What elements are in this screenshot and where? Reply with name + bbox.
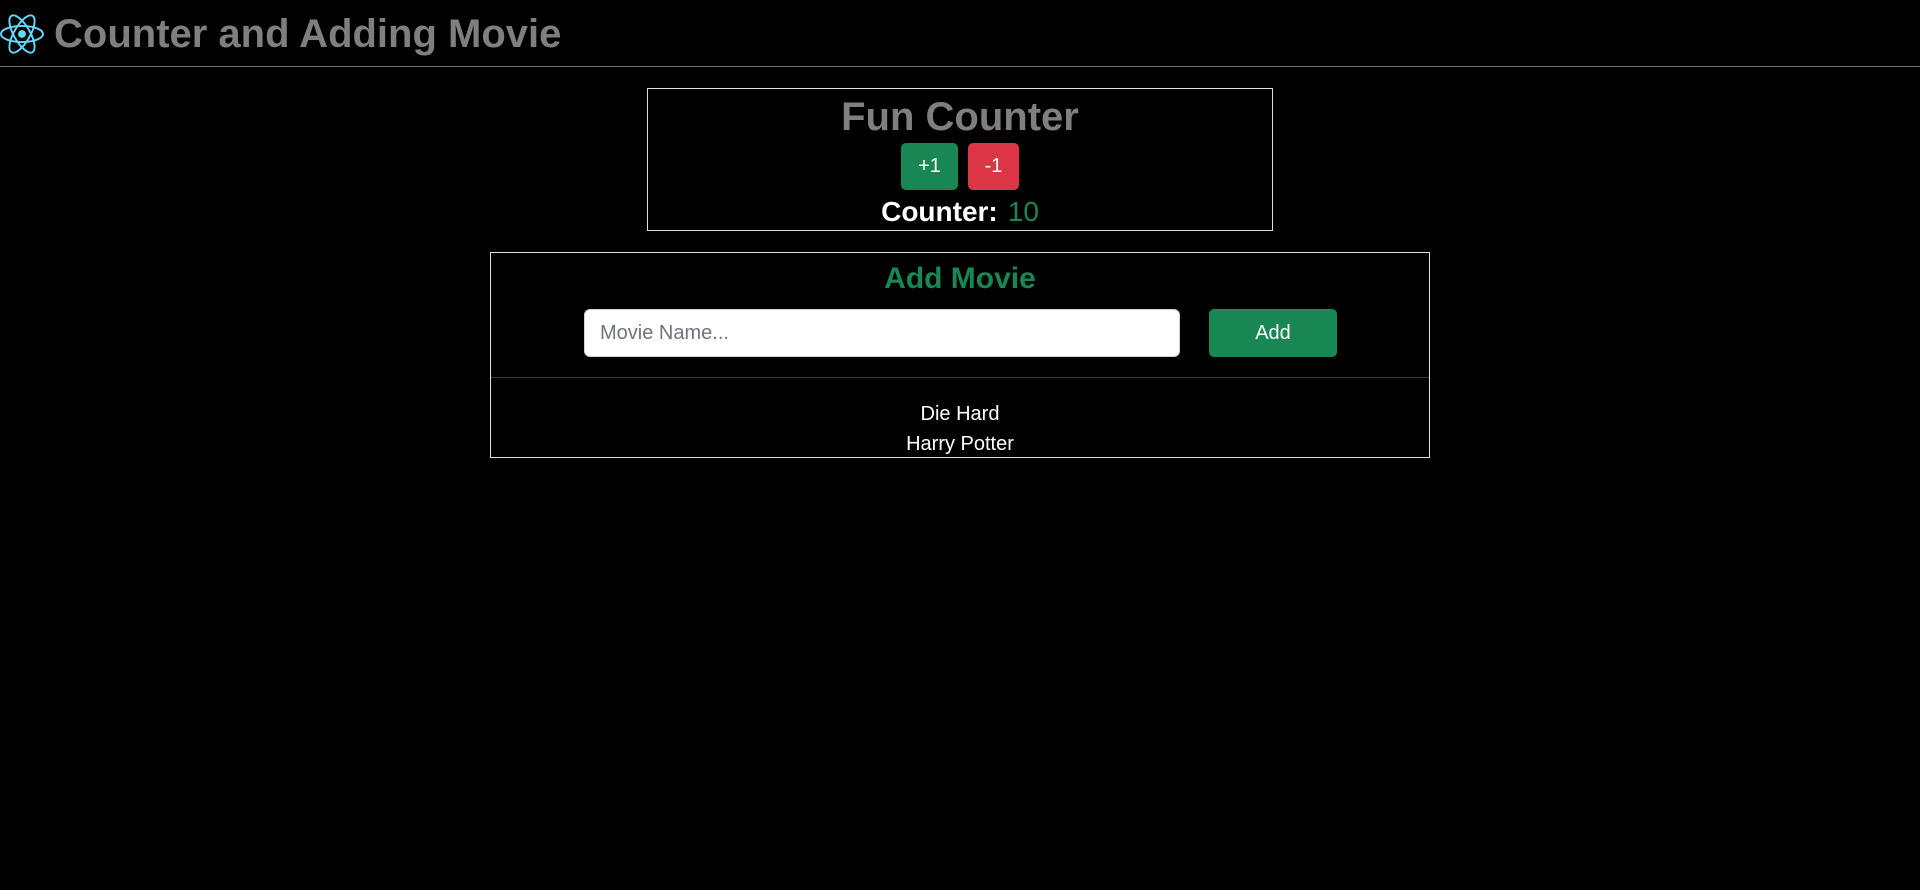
counter-display: Counter: 10 bbox=[648, 195, 1272, 229]
counter-label: Counter: bbox=[881, 196, 998, 227]
fun-counter-card: Fun Counter +1 -1 Counter: 10 bbox=[647, 88, 1273, 231]
movie-list: Die Hard Harry Potter bbox=[491, 399, 1429, 459]
increment-button[interactable]: +1 bbox=[901, 143, 958, 190]
add-movie-button[interactable]: Add bbox=[1209, 309, 1337, 357]
counter-title: Fun Counter bbox=[841, 95, 1079, 139]
decrement-button[interactable]: -1 bbox=[968, 143, 1019, 190]
add-movie-card: Add Movie Add Die Hard Harry Potter bbox=[490, 252, 1430, 458]
app-header: Counter and Adding Movie bbox=[0, 0, 1920, 67]
react-logo-icon bbox=[0, 14, 44, 54]
add-movie-title: Add Movie bbox=[884, 262, 1036, 295]
movie-name-input[interactable] bbox=[584, 309, 1180, 357]
divider bbox=[491, 377, 1429, 378]
movie-list-item: Die Hard bbox=[920, 403, 1000, 425]
counter-value: 10 bbox=[1007, 196, 1039, 227]
movie-list-item: Harry Potter bbox=[906, 433, 1014, 455]
app-title: Counter and Adding Movie bbox=[54, 12, 562, 56]
